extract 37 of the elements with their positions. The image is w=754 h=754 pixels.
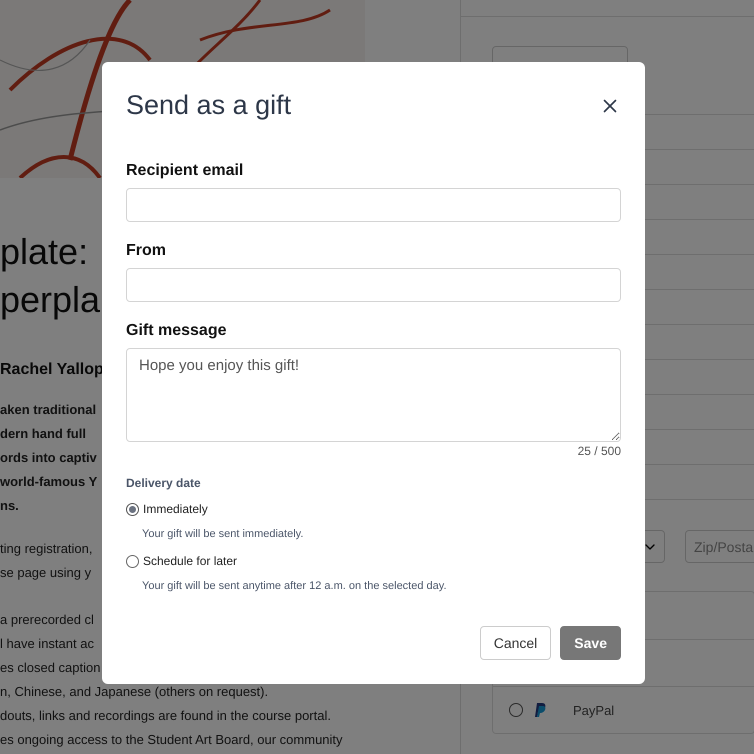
author-name: Rachel Yallop: [0, 360, 104, 379]
input-field[interactable]: [126, 188, 621, 222]
summary-text: ords into captiv: [0, 449, 97, 467]
message-field[interactable]: Hope you enjoy this gift!: [126, 348, 621, 442]
summary-text: dern hand full: [0, 425, 86, 443]
description-text: n, Chinese, and Japanese (others on request).: [0, 683, 268, 701]
summary-text: ns.: [0, 497, 19, 515]
course-title: perpla: [0, 278, 100, 322]
course-title: plate:: [0, 230, 88, 274]
radio-label: Immediately: [143, 502, 208, 516]
cancel-button[interactable]: Cancel: [480, 626, 552, 660]
description-text: ting registration,: [0, 540, 92, 558]
description-text: a prerecorded cl: [0, 611, 94, 629]
help-text: Your gift will be sent anytime after 12 a.m. on the selected day.: [142, 580, 448, 592]
field-label: Gift message: [126, 322, 228, 340]
radio-label: Schedule for later: [143, 554, 238, 568]
wallet-logo-icon: [535, 703, 547, 717]
field-label: Recipient email: [126, 162, 244, 180]
character-counter: 25 / 500: [578, 444, 621, 458]
radio-button[interactable]: [126, 502, 139, 516]
dialog-title: Send as a gift: [126, 90, 292, 121]
description-text: es ongoing access to the Student Art Board, our community: [0, 731, 343, 749]
help-text: Your gift will be sent immediately.: [142, 528, 304, 540]
summary-text: world-famous Y: [0, 473, 98, 491]
save-button[interactable]: Save: [560, 626, 621, 660]
description-text: l have instant ac: [0, 635, 94, 653]
summary-text: aken traditional: [0, 401, 96, 419]
section-label: Delivery date: [126, 476, 202, 490]
description-text: es closed caption: [0, 659, 100, 677]
payment-label: PayPal: [573, 702, 614, 718]
field-label: From: [126, 242, 167, 260]
radio-button[interactable]: [509, 703, 523, 717]
zip-field[interactable]: Zip/Posta: [685, 530, 754, 563]
input-field[interactable]: [126, 268, 621, 302]
radio-button[interactable]: [126, 554, 139, 568]
description-text: se page using y: [0, 564, 92, 582]
description-text: douts, links and recordings are found in the course portal.: [0, 707, 331, 725]
